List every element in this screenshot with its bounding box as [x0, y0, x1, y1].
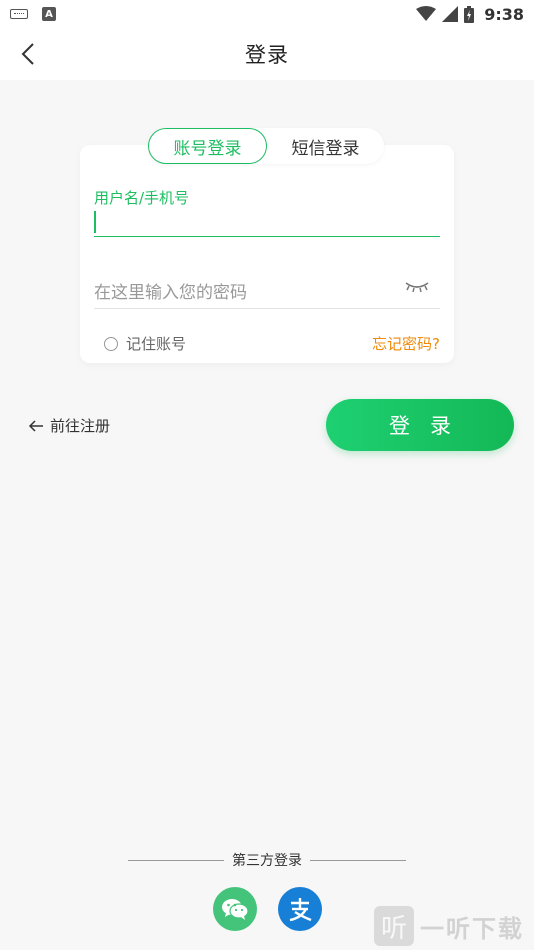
remember-account-checkbox[interactable]: 记住账号	[104, 333, 186, 354]
watermark-text: 一听下载	[420, 914, 524, 943]
username-input[interactable]	[94, 209, 440, 237]
back-button[interactable]	[14, 40, 42, 68]
third-party-divider: 第三方登录	[128, 850, 406, 870]
watermark-logo: 听	[374, 906, 414, 946]
keyboard-icon	[10, 9, 28, 19]
watermark: 听 一听下载	[374, 906, 524, 946]
nav-bar: 登录	[0, 28, 534, 80]
login-mode-tabs: 账号登录 短信登录	[148, 128, 384, 164]
alipay-icon	[289, 898, 312, 922]
remember-account-label: 记住账号	[126, 335, 187, 353]
radio-circle-icon	[104, 336, 118, 351]
login-button[interactable]: 登录	[326, 399, 514, 451]
a-icon: A	[42, 7, 56, 21]
register-label: 前往注册	[50, 417, 111, 435]
status-time: 9:38	[484, 4, 524, 24]
arrow-left-icon	[28, 419, 43, 432]
third-party-label: 第三方登录	[232, 853, 302, 869]
password-input[interactable]	[94, 277, 440, 309]
signal-icon	[442, 6, 459, 22]
wifi-icon	[416, 6, 437, 21]
divider-line-left	[128, 859, 224, 861]
forgot-password-link[interactable]: 忘记密码?	[372, 333, 440, 354]
chevron-left-icon	[21, 43, 34, 65]
tab-account-login[interactable]: 账号登录	[148, 128, 267, 164]
username-label: 用户名/手机号	[94, 189, 190, 207]
alipay-login-button[interactable]	[278, 887, 322, 931]
wechat-icon	[222, 899, 249, 920]
status-bar: A 9:38	[0, 0, 534, 28]
tab-sms-login[interactable]: 短信登录	[267, 128, 384, 164]
register-link[interactable]: 前往注册	[28, 415, 110, 436]
text-cursor	[94, 211, 96, 233]
wechat-login-button[interactable]	[213, 887, 257, 931]
divider-line-right	[310, 859, 406, 861]
battery-icon	[464, 5, 475, 23]
page-title: 登录	[245, 43, 289, 67]
login-form-card: 用户名/手机号 记住账号 忘记密码?	[80, 145, 454, 363]
eye-closed-icon[interactable]	[404, 279, 430, 293]
